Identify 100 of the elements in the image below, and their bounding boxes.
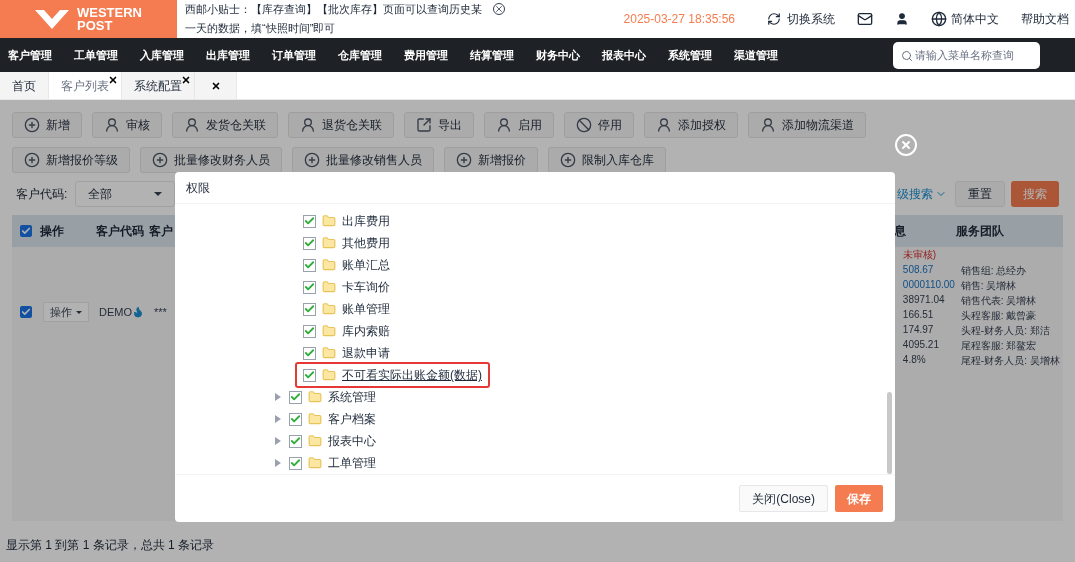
tree-checkbox[interactable] — [289, 412, 302, 426]
nav-menu-item[interactable]: 入库管理 — [132, 46, 192, 64]
row-checkbox[interactable] — [20, 306, 32, 318]
nav-menu-item[interactable]: 订单管理 — [264, 46, 324, 64]
tree-item-label[interactable]: 客户档案 — [328, 410, 376, 429]
toolbar-button[interactable]: 停用 — [564, 112, 634, 138]
close-tab-icon[interactable] — [210, 80, 221, 91]
nav-menu-item[interactable]: 仓库管理 — [330, 46, 390, 64]
close-tab-icon[interactable] — [108, 75, 118, 85]
close-notice-icon[interactable] — [493, 3, 505, 15]
expand-arrow-icon[interactable] — [275, 415, 281, 424]
close-button[interactable]: 关闭(Close) — [739, 485, 828, 513]
menu-search-field[interactable]: 请输入菜单名称查询 — [893, 41, 1040, 69]
toolbar-button[interactable]: 启用 — [484, 112, 554, 138]
toolbar-button[interactable]: 退货仓关联 — [288, 112, 394, 138]
nav-menu-item[interactable]: 工单管理 — [66, 46, 126, 64]
toolbar-button[interactable]: 新增报价 — [444, 147, 538, 173]
tree-item-label[interactable]: 库内索赔 — [342, 322, 390, 341]
user-icon — [895, 12, 909, 26]
tree-item-label[interactable]: 退款申请 — [342, 344, 390, 363]
select-all-checkbox[interactable] — [20, 225, 32, 237]
nav-menu-item[interactable]: 财务中心 — [528, 46, 588, 64]
folder-icon — [322, 258, 336, 273]
expand-arrow-icon[interactable] — [275, 393, 281, 402]
user-button[interactable] — [895, 12, 909, 26]
folder-icon — [308, 456, 322, 471]
tree-checkbox[interactable] — [303, 280, 316, 294]
plus-circle-icon — [560, 152, 576, 168]
tree-item-label[interactable]: 出库费用 — [342, 212, 390, 231]
customer-code-select[interactable]: 全部 — [75, 181, 176, 207]
switch-system-button[interactable]: 切换系统 — [767, 10, 835, 28]
tree-checkbox[interactable] — [303, 236, 316, 250]
info-value: 508.67 — [902, 263, 935, 277]
tree-item-label[interactable]: 报表中心 — [328, 432, 376, 451]
nav-menu-item[interactable]: 出库管理 — [198, 46, 258, 64]
ban-icon — [576, 117, 592, 133]
info-value: 4095.21 — [902, 338, 940, 352]
globe-icon — [931, 11, 947, 27]
tree-checkbox[interactable] — [303, 368, 316, 382]
info-value: 38971.04 — [902, 293, 946, 307]
team-member: 销售组: 总经办 — [960, 263, 1028, 278]
person-icon — [300, 117, 316, 133]
plus-circle-icon — [24, 152, 40, 168]
toolbar-button[interactable]: 导出 — [404, 112, 474, 138]
nav-menu-item[interactable]: 费用管理 — [396, 46, 456, 64]
tree-item-label[interactable]: 卡车询价 — [342, 278, 390, 297]
row-action-button[interactable]: 操作 — [43, 302, 89, 322]
toolbar-button[interactable]: 添加物流渠道 — [748, 112, 866, 138]
toolbar-button[interactable]: 批量修改销售人员 — [292, 147, 434, 173]
toolbar-button[interactable]: 审核 — [92, 112, 162, 138]
tree-checkbox[interactable] — [289, 390, 302, 404]
person-icon — [104, 117, 120, 133]
tree-item-label[interactable]: 账单汇总 — [342, 256, 390, 275]
expand-arrow-icon[interactable] — [275, 459, 281, 468]
toolbar-button[interactable]: 限制入库仓库 — [548, 147, 666, 173]
toolbar-button[interactable]: 批量修改财务人员 — [140, 147, 282, 173]
toolbar-button[interactable]: 发货仓关联 — [172, 112, 278, 138]
nav-menu-item[interactable]: 结算管理 — [462, 46, 522, 64]
nav-menu-item[interactable]: 渠道管理 — [726, 46, 786, 64]
page-tab[interactable]: 系统配置 — [122, 72, 195, 99]
folder-icon — [308, 412, 322, 427]
help-docs-link[interactable]: 帮助文档 — [1021, 10, 1069, 28]
close-dialog-button[interactable] — [895, 134, 917, 156]
refresh-icon — [767, 12, 781, 26]
toolbar-button[interactable]: 新增报价等级 — [12, 147, 130, 173]
toolbar-button[interactable]: 新增 — [12, 112, 82, 138]
tree-checkbox[interactable] — [303, 324, 316, 338]
info-value: 174.97 — [902, 323, 935, 337]
reset-button[interactable]: 重置 — [955, 181, 1005, 207]
folder-icon — [322, 324, 336, 339]
tree-checkbox[interactable] — [303, 302, 316, 316]
tree-item-label[interactable]: 系统管理 — [328, 388, 376, 407]
info-value: 166.51 — [902, 308, 935, 322]
nav-menu-item[interactable]: 系统管理 — [660, 46, 720, 64]
tree-item-label[interactable]: 账单管理 — [342, 300, 390, 319]
dropdown-caret-icon — [76, 310, 82, 314]
tree-item-label[interactable]: 不可看实际出账金额(数据) — [342, 366, 482, 385]
tree-item-label[interactable]: 工单管理 — [328, 454, 376, 473]
tree-checkbox[interactable] — [303, 214, 316, 228]
tree-checkbox[interactable] — [303, 258, 316, 272]
page-tab[interactable] — [195, 72, 237, 99]
dropdown-caret-icon — [154, 192, 163, 196]
column-header: 客户代码 — [94, 223, 145, 240]
folder-icon — [322, 280, 336, 295]
flame-icon — [132, 306, 144, 318]
language-button[interactable]: 简体中文 — [931, 10, 999, 28]
pagination-summary: 显示第 1 到第 1 条记录，总共 1 条记录 — [6, 537, 216, 554]
nav-menu-item[interactable]: 客户管理 — [0, 46, 60, 64]
toolbar-button[interactable]: 添加授权 — [644, 112, 738, 138]
mail-button[interactable] — [857, 11, 873, 27]
tree-checkbox[interactable] — [289, 434, 302, 448]
tree-checkbox[interactable] — [289, 456, 302, 470]
dialog-title: 权限 — [186, 179, 210, 197]
tree-item-label[interactable]: 其他费用 — [342, 234, 390, 253]
logo-text: POST — [77, 19, 114, 32]
close-tab-icon[interactable] — [181, 75, 191, 85]
page-tab[interactable]: 首页 — [0, 72, 49, 99]
expand-arrow-icon[interactable] — [275, 437, 281, 446]
tree-checkbox[interactable] — [303, 346, 316, 360]
nav-menu-item[interactable]: 报表中心 — [594, 46, 654, 64]
